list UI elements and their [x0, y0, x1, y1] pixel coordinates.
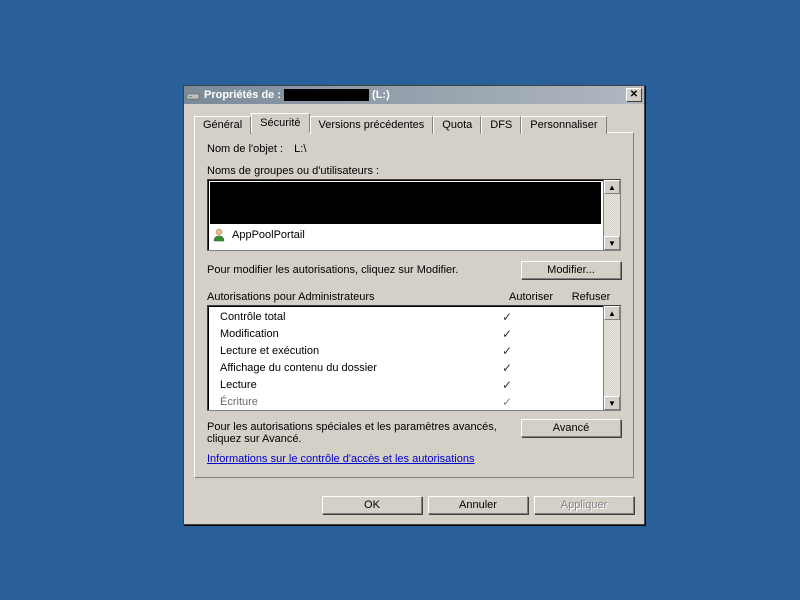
tab-quota[interactable]: Quota	[433, 116, 481, 134]
scroll-down-icon[interactable]: ▼	[604, 396, 620, 410]
list-item[interactable]: AppPoolPortail	[208, 226, 603, 244]
cancel-button[interactable]: Annuler	[428, 496, 528, 514]
tab-previous-versions[interactable]: Versions précédentes	[310, 116, 434, 134]
security-tabpanel: Nom de l'objet : L:\ Noms de groupes ou …	[194, 132, 634, 478]
permission-name: Modification	[214, 328, 477, 340]
permission-name: Affichage du contenu du dossier	[214, 362, 477, 374]
modify-button[interactable]: Modifier...	[521, 261, 621, 279]
principals-listbox[interactable]: AppPoolPortail	[207, 179, 604, 251]
advanced-row: Pour les autorisations spéciales et les …	[207, 419, 621, 445]
allow-cell: ✓	[477, 327, 537, 341]
object-name-label: Nom de l'objet :	[207, 143, 283, 155]
permission-name: Lecture et exécution	[214, 345, 477, 357]
check-icon: ✓	[502, 378, 512, 392]
scroll-track[interactable]	[604, 320, 620, 396]
scroll-up-icon[interactable]: ▲	[604, 306, 620, 320]
check-icon: ✓	[502, 327, 512, 341]
modify-row: Pour modifier les autorisations, cliquez…	[207, 261, 621, 279]
advanced-button[interactable]: Avancé	[521, 419, 621, 437]
check-icon: ✓	[502, 395, 512, 409]
scroll-track[interactable]	[604, 194, 620, 236]
check-icon: ✓	[502, 310, 512, 324]
permission-row: Écriture ✓	[208, 393, 603, 410]
close-button[interactable]: ✕	[626, 88, 642, 102]
allow-cell: ✓	[477, 344, 537, 358]
title-suffix: (L:)	[372, 89, 390, 101]
check-icon: ✓	[502, 361, 512, 375]
title-redacted	[284, 89, 369, 101]
properties-dialog: Propriétés de : (L:) ✕ Général Sécurité …	[183, 85, 645, 525]
permission-row: Contrôle total ✓	[208, 308, 603, 325]
drive-icon	[186, 88, 200, 102]
tab-general[interactable]: Général	[194, 116, 251, 134]
user-icon	[212, 228, 226, 242]
permissions-list-wrap: Contrôle total ✓ Modification ✓ Lecture …	[207, 305, 621, 411]
scroll-up-icon[interactable]: ▲	[604, 180, 620, 194]
ok-button[interactable]: OK	[322, 496, 422, 514]
tabstrip: Général Sécurité Versions précédentes Qu…	[194, 112, 634, 132]
object-name-row: Nom de l'objet : L:\	[207, 143, 621, 155]
tab-customize[interactable]: Personnaliser	[521, 116, 606, 134]
permission-row: Affichage du contenu du dossier ✓	[208, 359, 603, 376]
deny-column-header: Refuser	[561, 291, 621, 303]
permission-row: Lecture ✓	[208, 376, 603, 393]
allow-cell: ✓	[477, 310, 537, 324]
principals-scrollbar[interactable]: ▲ ▼	[604, 179, 621, 251]
allow-cell: ✓	[477, 361, 537, 375]
permission-row: Modification ✓	[208, 325, 603, 342]
permissions-header: Autorisations pour Administrateurs Autor…	[207, 291, 621, 303]
tab-security[interactable]: Sécurité	[251, 113, 309, 133]
principals-label: Noms de groupes ou d'utilisateurs :	[207, 165, 621, 177]
title-prefix: Propriétés de :	[204, 89, 281, 101]
permissions-list[interactable]: Contrôle total ✓ Modification ✓ Lecture …	[207, 305, 604, 411]
principals-listbox-wrap: AppPoolPortail ▲ ▼	[207, 179, 621, 251]
allow-cell: ✓	[477, 395, 537, 409]
dialog-button-row: OK Annuler Appliquer	[184, 488, 644, 524]
allow-column-header: Autoriser	[501, 291, 561, 303]
principal-name: AppPoolPortail	[232, 229, 305, 241]
modify-hint: Pour modifier les autorisations, cliquez…	[207, 264, 458, 276]
check-icon: ✓	[502, 344, 512, 358]
tab-dfs[interactable]: DFS	[481, 116, 521, 134]
permissions-scrollbar[interactable]: ▲ ▼	[604, 305, 621, 411]
permission-name: Lecture	[214, 379, 477, 391]
help-link[interactable]: Informations sur le contrôle d'accès et …	[207, 453, 474, 465]
object-name-value: L:\	[294, 143, 306, 155]
permission-name: Contrôle total	[214, 311, 477, 323]
permissions-for-label: Autorisations pour Administrateurs	[207, 291, 501, 303]
permission-name: Écriture	[214, 396, 477, 408]
permission-row: Lecture et exécution ✓	[208, 342, 603, 359]
advanced-hint: Pour les autorisations spéciales et les …	[207, 419, 511, 445]
principals-redacted-block	[210, 182, 601, 224]
allow-cell: ✓	[477, 378, 537, 392]
apply-button[interactable]: Appliquer	[534, 496, 634, 514]
titlebar[interactable]: Propriétés de : (L:) ✕	[184, 86, 644, 104]
dialog-body: Général Sécurité Versions précédentes Qu…	[184, 104, 644, 488]
scroll-down-icon[interactable]: ▼	[604, 236, 620, 250]
